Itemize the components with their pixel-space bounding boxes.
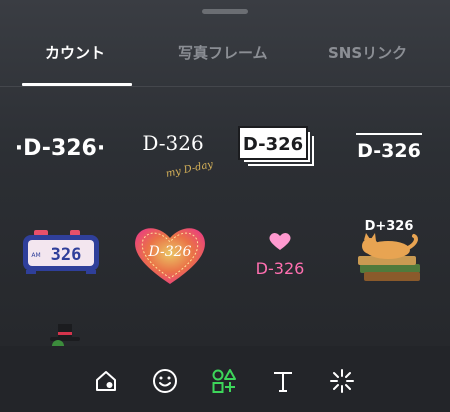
sticker-heart-dday[interactable]: D-326 [130, 220, 210, 290]
sticker-heart-dday-text: D-326 [148, 244, 192, 260]
sticker-clock-dday-text: 326 [51, 245, 82, 265]
home-sticker-button[interactable] [91, 366, 121, 396]
sticker-pink-heart-dday[interactable]: D-326 [244, 230, 314, 280]
sticker-stack-dday-text: D-326 [243, 134, 303, 155]
sticker-dot-dday[interactable]: ·D-326· [15, 125, 105, 165]
sticker-cat-books-dday[interactable]: D+326 [352, 216, 426, 284]
sticker-cat-dday-text: D+326 [365, 219, 414, 234]
smiley-icon [153, 369, 177, 393]
sticker-script-sub-text: my D-day [165, 159, 214, 180]
home-sticker-icon [96, 371, 116, 391]
sticker-hat-partial[interactable] [46, 322, 86, 352]
clock-small-label: AM [31, 252, 40, 259]
tab-count[interactable]: カウント [45, 42, 105, 63]
sticker-alarm-clock-dday[interactable]: AM 326 [22, 230, 102, 276]
drag-handle[interactable] [202, 9, 248, 14]
sparkle-icon [330, 369, 354, 393]
text-button[interactable] [268, 366, 298, 396]
shapes-button[interactable] [209, 366, 239, 396]
sticker-line-dday[interactable]: D-326 [352, 126, 426, 166]
sticker-line-dday-text: D-326 [357, 140, 421, 162]
effects-button[interactable] [327, 366, 357, 396]
sticker-script-dday[interactable]: D-326 my D-day [128, 120, 218, 180]
tabs-divider [0, 86, 450, 87]
sticker-stack-dday[interactable]: D-326 [238, 125, 320, 171]
emoji-button[interactable] [150, 366, 180, 396]
sticker-pink-dday-text: D-326 [256, 259, 305, 278]
tab-sns-link[interactable]: SNSリンク [328, 42, 407, 63]
shapes-icon [212, 369, 236, 393]
text-icon [274, 372, 292, 392]
sticker-script-dday-text: D-326 [142, 131, 203, 155]
sticker-sheet: カウント 写真フレーム SNSリンク ·D-326· D-326 my D-da… [0, 0, 450, 352]
tab-photo-frame[interactable]: 写真フレーム [178, 42, 268, 63]
sticker-dot-dday-text: ·D-326· [15, 136, 105, 161]
bottom-toolbar [0, 346, 450, 412]
